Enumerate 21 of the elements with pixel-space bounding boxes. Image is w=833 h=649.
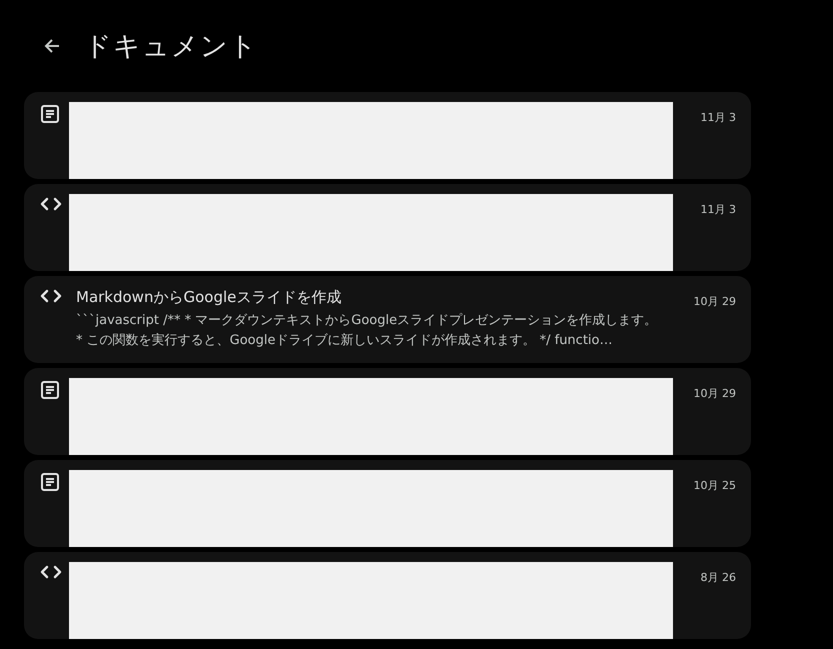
document-snippet: ```javascript /** * マークダウンテキストからGoogleスライドプレゼンテーションを作成します。 * この関数を実行すると、Googleドライブに新しいスライドが作成されます。 */ functio…: [76, 312, 658, 350]
document-icon: [40, 104, 60, 124]
document-icon: [40, 380, 60, 400]
document-date: 8月 26: [700, 570, 737, 586]
document-card[interactable]: 11月 3: [24, 92, 751, 179]
document-card[interactable]: 10月 25: [24, 460, 751, 547]
document-date: 11月 3: [700, 110, 737, 126]
code-icon: [40, 565, 62, 579]
code-icon: [40, 197, 62, 211]
document-icon: [40, 472, 60, 492]
document-date: 10月 25: [692, 478, 737, 494]
document-date: 11月 3: [700, 202, 737, 218]
document-card[interactable]: 8月 26: [24, 552, 751, 639]
document-title: MarkdownからGoogleスライドを作成: [76, 288, 342, 307]
document-card[interactable]: 10月 29: [24, 368, 751, 455]
document-date: 10月 29: [692, 294, 737, 310]
document-date: 10月 29: [692, 386, 737, 402]
document-card[interactable]: 11月 3: [24, 184, 751, 271]
document-card[interactable]: MarkdownからGoogleスライドを作成 ```javascript /** * マークダウンテキストからGoogleスライドプレゼンテーションを作成します。 * この関数を実行すると、Googleドライブに新しいスライドが作成されます。 */ functio… 10月 29: [24, 276, 751, 363]
code-icon: [40, 289, 62, 303]
page-title: ドキュメント: [84, 30, 258, 64]
